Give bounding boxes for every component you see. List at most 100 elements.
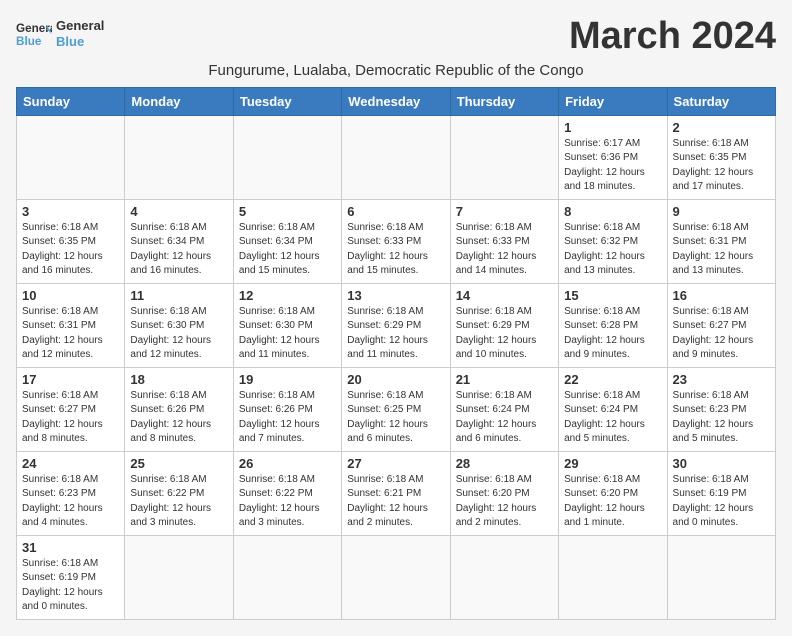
day-info: Sunrise: 6:18 AM Sunset: 6:33 PM Dayligh… — [456, 221, 553, 279]
day-info: Sunrise: 6:18 AM Sunset: 6:19 PM Dayligh… — [22, 557, 119, 615]
title-block: March 2024 — [569, 16, 776, 58]
calendar-cell — [450, 115, 558, 199]
day-number: 31 — [22, 540, 119, 555]
calendar-cell: 23Sunrise: 6:18 AM Sunset: 6:23 PM Dayli… — [667, 367, 775, 451]
day-info: Sunrise: 6:18 AM Sunset: 6:27 PM Dayligh… — [673, 305, 770, 363]
calendar-cell — [667, 535, 775, 619]
calendar-cell: 21 Sunrise: 6:18 AM Sunset: 6:24 PM Dayli… — [450, 367, 558, 451]
calendar-week-1: 3 Sunrise: 6:18 AM Sunset: 6:35 PM Daylig… — [17, 199, 776, 283]
calendar-cell — [342, 535, 450, 619]
day-info: Sunrise: 6:18 AM Sunset: 6:26 PM Dayligh… — [130, 389, 227, 447]
day-number: 5 — [239, 204, 336, 219]
day-info: Sunrise: 6:18 AM Sunset: 6:23 PM Dayligh… — [22, 473, 119, 531]
day-info: Sunrise: 6:18 AM Sunset: 6:29 PM Dayligh… — [456, 305, 553, 363]
day-number: 9 — [673, 204, 770, 219]
day-number: 19 — [239, 372, 336, 387]
day-info: Sunrise: 6:18 AM Sunset: 6:32 PM Dayligh… — [564, 221, 661, 279]
calendar-cell: 5Sunrise: 6:18 AM Sunset: 6:34 PM Daylig… — [233, 199, 341, 283]
day-number: 6 — [347, 204, 444, 219]
day-info: Sunrise: 6:18 AM Sunset: 6:26 PM Dayligh… — [239, 389, 336, 447]
calendar-cell — [125, 535, 233, 619]
day-info: Sunrise: 6:18 AM Sunset: 6:24 PM Dayligh… — [564, 389, 661, 447]
day-number: 15 — [564, 288, 661, 303]
weekday-header-thursday: Thursday — [450, 87, 558, 115]
calendar-week-0: 1Sunrise: 6:17 AM Sunset: 6:36 PM Daylig… — [17, 115, 776, 199]
day-info: Sunrise: 6:18 AM Sunset: 6:28 PM Dayligh… — [564, 305, 661, 363]
calendar-week-2: 10Sunrise: 6:18 AM Sunset: 6:31 PM Dayli… — [17, 283, 776, 367]
day-number: 20 — [347, 372, 444, 387]
day-number: 11 — [130, 288, 227, 303]
day-info: Sunrise: 6:18 AM Sunset: 6:25 PM Dayligh… — [347, 389, 444, 447]
day-info: Sunrise: 6:18 AM Sunset: 6:35 PM Dayligh… — [673, 137, 770, 195]
calendar-cell: 6Sunrise: 6:18 AM Sunset: 6:33 PM Daylig… — [342, 199, 450, 283]
day-number: 21 — [456, 372, 553, 387]
calendar-cell: 17Sunrise: 6:18 AM Sunset: 6:27 PM Dayli… — [17, 367, 125, 451]
weekday-header-monday: Monday — [125, 87, 233, 115]
calendar-cell — [125, 115, 233, 199]
calendar-cell: 29 Sunrise: 6:18 AM Sunset: 6:20 PM Dayli… — [559, 451, 667, 535]
day-number: 28 — [456, 456, 553, 471]
subtitle: Fungurume, Lualaba, Democratic Republic … — [16, 62, 776, 79]
day-number: 29 — [564, 456, 661, 471]
day-number: 3 — [22, 204, 119, 219]
day-number: 12 — [239, 288, 336, 303]
day-info: Sunrise: 6:18 AM Sunset: 6:29 PM Dayligh… — [347, 305, 444, 363]
logo-icon: General Blue — [16, 16, 52, 52]
calendar-cell: 22 Sunrise: 6:18 AM Sunset: 6:24 PM Dayli… — [559, 367, 667, 451]
calendar-cell — [233, 115, 341, 199]
calendar-cell: 27 Sunrise: 6:18 AM Sunset: 6:21 PM Dayli… — [342, 451, 450, 535]
weekday-header-friday: Friday — [559, 87, 667, 115]
day-number: 14 — [456, 288, 553, 303]
calendar-week-4: 24Sunrise: 6:18 AM Sunset: 6:23 PM Dayli… — [17, 451, 776, 535]
day-info: Sunrise: 6:18 AM Sunset: 6:31 PM Dayligh… — [673, 221, 770, 279]
calendar-cell — [450, 535, 558, 619]
day-info: Sunrise: 6:18 AM Sunset: 6:27 PM Dayligh… — [22, 389, 119, 447]
weekday-header-sunday: Sunday — [17, 87, 125, 115]
calendar-cell: 13Sunrise: 6:18 AM Sunset: 6:29 PM Dayli… — [342, 283, 450, 367]
calendar-cell — [559, 535, 667, 619]
day-number: 4 — [130, 204, 227, 219]
day-info: Sunrise: 6:18 AM Sunset: 6:24 PM Dayligh… — [456, 389, 553, 447]
calendar-cell: 18 Sunrise: 6:18 AM Sunset: 6:26 PM Dayli… — [125, 367, 233, 451]
calendar-cell: 31 Sunrise: 6:18 AM Sunset: 6:19 PM Dayli… — [17, 535, 125, 619]
day-number: 7 — [456, 204, 553, 219]
day-info: Sunrise: 6:18 AM Sunset: 6:21 PM Dayligh… — [347, 473, 444, 531]
day-info: Sunrise: 6:18 AM Sunset: 6:34 PM Dayligh… — [130, 221, 227, 279]
calendar-cell: 24Sunrise: 6:18 AM Sunset: 6:23 PM Dayli… — [17, 451, 125, 535]
calendar-cell: 4 Sunrise: 6:18 AM Sunset: 6:34 PM Daylig… — [125, 199, 233, 283]
weekday-header-tuesday: Tuesday — [233, 87, 341, 115]
weekday-header: SundayMondayTuesdayWednesdayThursdayFrid… — [17, 87, 776, 115]
day-number: 10 — [22, 288, 119, 303]
day-number: 23 — [673, 372, 770, 387]
calendar-body: 1Sunrise: 6:17 AM Sunset: 6:36 PM Daylig… — [17, 115, 776, 619]
calendar-week-3: 17Sunrise: 6:18 AM Sunset: 6:27 PM Dayli… — [17, 367, 776, 451]
calendar-cell: 9 Sunrise: 6:18 AM Sunset: 6:31 PM Daylig… — [667, 199, 775, 283]
day-number: 26 — [239, 456, 336, 471]
calendar: SundayMondayTuesdayWednesdayThursdayFrid… — [16, 87, 776, 620]
day-number: 27 — [347, 456, 444, 471]
calendar-cell: 30Sunrise: 6:18 AM Sunset: 6:19 PM Dayli… — [667, 451, 775, 535]
day-number: 30 — [673, 456, 770, 471]
logo-blue: Blue — [56, 34, 104, 50]
day-info: Sunrise: 6:18 AM Sunset: 6:20 PM Dayligh… — [456, 473, 553, 531]
day-number: 16 — [673, 288, 770, 303]
calendar-cell — [233, 535, 341, 619]
calendar-cell: 1Sunrise: 6:17 AM Sunset: 6:36 PM Daylig… — [559, 115, 667, 199]
weekday-header-wednesday: Wednesday — [342, 87, 450, 115]
day-info: Sunrise: 6:18 AM Sunset: 6:30 PM Dayligh… — [239, 305, 336, 363]
calendar-week-5: 31 Sunrise: 6:18 AM Sunset: 6:19 PM Dayli… — [17, 535, 776, 619]
day-info: Sunrise: 6:18 AM Sunset: 6:30 PM Dayligh… — [130, 305, 227, 363]
logo: General Blue General Blue — [16, 16, 104, 52]
weekday-header-saturday: Saturday — [667, 87, 775, 115]
calendar-cell — [17, 115, 125, 199]
day-info: Sunrise: 6:18 AM Sunset: 6:20 PM Dayligh… — [564, 473, 661, 531]
calendar-cell: 14 Sunrise: 6:18 AM Sunset: 6:29 PM Dayli… — [450, 283, 558, 367]
calendar-cell: 11 Sunrise: 6:18 AM Sunset: 6:30 PM Dayli… — [125, 283, 233, 367]
day-number: 22 — [564, 372, 661, 387]
day-number: 18 — [130, 372, 227, 387]
month-title: March 2024 — [569, 16, 776, 58]
day-info: Sunrise: 6:18 AM Sunset: 6:35 PM Dayligh… — [22, 221, 119, 279]
day-number: 8 — [564, 204, 661, 219]
calendar-cell: 28 Sunrise: 6:18 AM Sunset: 6:20 PM Dayli… — [450, 451, 558, 535]
day-info: Sunrise: 6:18 AM Sunset: 6:22 PM Dayligh… — [239, 473, 336, 531]
